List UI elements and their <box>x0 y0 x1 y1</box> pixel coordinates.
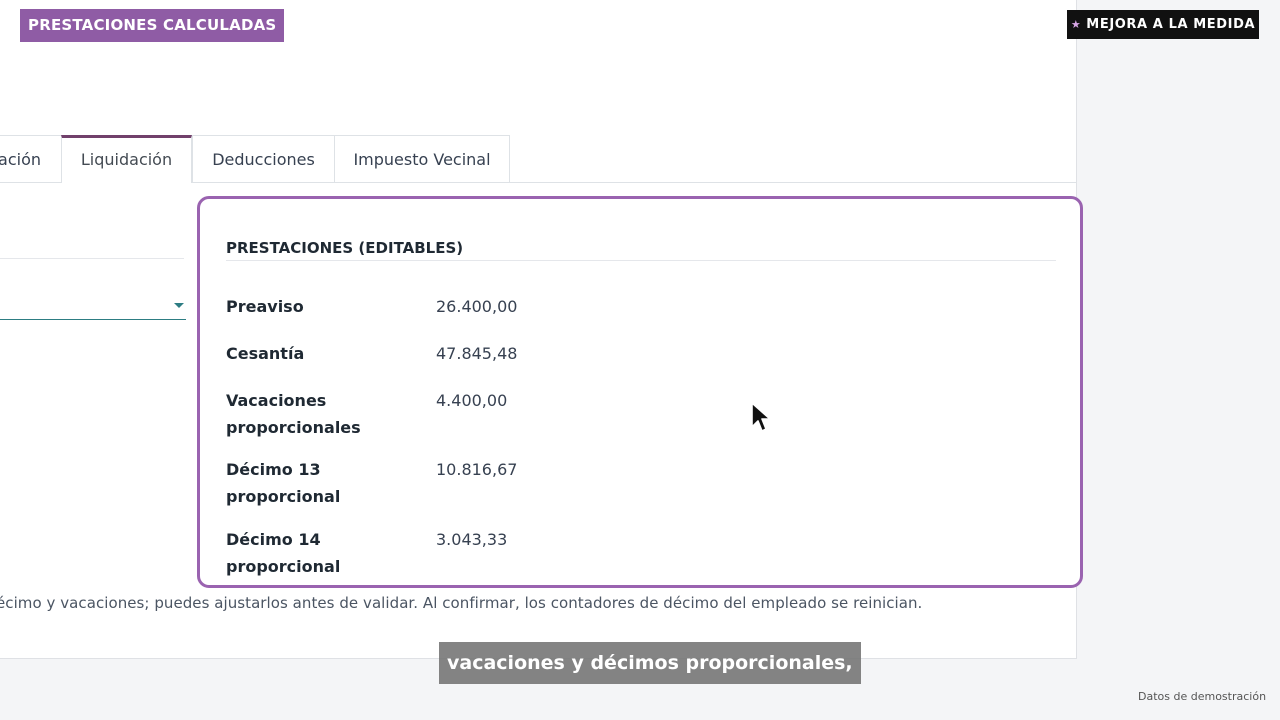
row-label: Décimo 13 proporcional <box>226 460 341 506</box>
prestaciones-card: PRESTACIONES (EDITABLES) Preaviso 26.400… <box>197 196 1083 588</box>
left-section-divider <box>0 258 184 259</box>
help-note: écimo y vacaciones; puedes ajustarlos an… <box>0 594 923 612</box>
tab-deducciones[interactable]: Deducciones <box>192 135 335 182</box>
row-label: Preaviso <box>226 297 304 316</box>
row-value-input[interactable]: 47.845,48 <box>436 340 517 367</box>
left-select-field[interactable] <box>0 287 186 320</box>
row-value-input[interactable]: 10.816,67 <box>436 456 517 483</box>
row-value-input[interactable]: 26.400,00 <box>436 293 517 320</box>
star-icon: ★ <box>1070 18 1082 31</box>
caret-down-icon <box>174 303 184 308</box>
row-label: Cesantía <box>226 344 305 363</box>
row-label: Décimo 14 proporcional <box>226 530 341 576</box>
tab-liquidacion[interactable]: Liquidación <box>61 135 192 183</box>
demo-data-label: Datos de demostración <box>1138 690 1267 703</box>
mouse-cursor-icon <box>751 402 771 432</box>
row-label: Vacaciones proporcionales <box>226 391 361 437</box>
row-value-input[interactable]: 3.043,33 <box>436 526 507 553</box>
promo-badge: ★ MEJORA A LA MEDIDA <box>1067 10 1259 39</box>
video-subtitle: vacaciones y décimos proporcionales, <box>439 642 861 684</box>
row-value-input[interactable]: 4.400,00 <box>436 387 507 414</box>
card-title: PRESTACIONES (EDITABLES) <box>226 239 464 257</box>
section-badge: PRESTACIONES CALCULADAS <box>20 9 285 42</box>
card-title-divider <box>226 260 1056 261</box>
promo-badge-label: MEJORA A LA MEDIDA <box>1086 17 1256 32</box>
tab-impuesto-vecinal[interactable]: Impuesto Vecinal <box>334 135 510 182</box>
tab-informacion[interactable]: ación <box>0 135 62 182</box>
